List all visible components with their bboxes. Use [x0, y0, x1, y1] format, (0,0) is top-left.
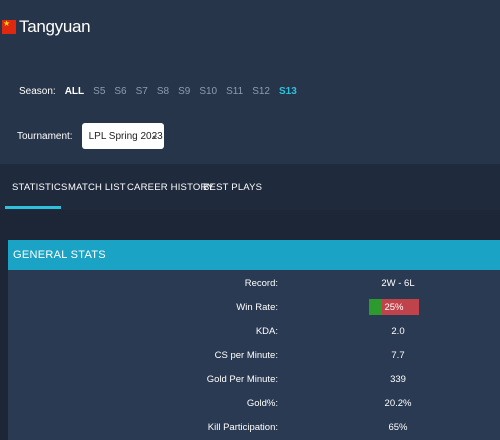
tab-best-plays[interactable]: BEST PLAYS: [203, 182, 262, 193]
player-header: ★ Tangyuan: [0, 0, 500, 60]
season-item-s10[interactable]: S10: [199, 86, 217, 97]
stat-row-cs-per-minute: CS per Minute: 7.7: [8, 343, 500, 367]
general-stats-header: GENERAL STATS: [8, 240, 500, 270]
stat-row-kill-participation: Kill Participation: 65%: [8, 415, 500, 439]
chevron-down-icon: ⌄: [151, 130, 159, 140]
stat-label: Kill Participation:: [207, 422, 278, 433]
season-item-s8[interactable]: S8: [157, 86, 169, 97]
stat-value: 7.7: [391, 350, 405, 361]
tab-statistics[interactable]: STATISTICS: [12, 182, 67, 193]
stat-label: Record:: [244, 278, 278, 289]
filters-panel: Season: ALL S5 S6 S7 S8 S9 S10 S11 S12 S…: [0, 60, 500, 164]
season-label: Season:: [19, 85, 56, 97]
season-item-s7[interactable]: S7: [136, 86, 148, 97]
stat-value: 2W - 6L: [381, 278, 415, 289]
season-item-s6[interactable]: S6: [114, 86, 126, 97]
tournament-select[interactable]: LPL Spring 2023 ⌄: [81, 123, 164, 149]
stat-value: 339: [390, 374, 406, 385]
stat-label: Gold%:: [246, 398, 278, 409]
stat-label: CS per Minute:: [214, 350, 278, 361]
stat-row-gold-per-minute: Gold Per Minute: 339: [8, 367, 500, 391]
general-stats-panel: GENERAL STATS Record: 2W - 6L Win Rate: …: [8, 240, 500, 440]
stat-value: 65%: [388, 422, 408, 433]
tab-career-history[interactable]: CAREER HISTORY: [127, 182, 214, 193]
tournament-filter: Tournament: LPL Spring 2023 ⌄: [17, 122, 164, 150]
stat-label: Win Rate:: [236, 302, 278, 313]
tab-match-list[interactable]: MATCH LIST: [68, 182, 126, 193]
win-rate-bar: 25%: [369, 299, 419, 315]
season-item-s9[interactable]: S9: [178, 86, 190, 97]
tab-bar: STATISTICS MATCH LIST CAREER HISTORY BES…: [0, 164, 500, 210]
stat-row-kda: KDA: 2.0: [8, 319, 500, 343]
stat-row-win-rate: Win Rate: 25%: [8, 295, 500, 319]
season-filter: Season: ALL S5 S6 S7 S8 S9 S10 S11 S12 S…: [19, 84, 306, 98]
stat-value: 20.2%: [384, 398, 412, 409]
season-item-s5[interactable]: S5: [93, 86, 105, 97]
stat-label: KDA:: [255, 326, 278, 337]
active-tab-indicator: [5, 206, 61, 209]
season-item-s13[interactable]: S13: [279, 86, 297, 97]
stat-value: 2.0: [391, 326, 405, 337]
win-rate-value: 25%: [384, 302, 404, 313]
stat-label: Gold Per Minute:: [206, 374, 278, 385]
general-stats-title: GENERAL STATS: [13, 249, 106, 261]
china-flag-icon: ★: [2, 19, 16, 34]
stat-row-record: Record: 2W - 6L: [8, 271, 500, 295]
tournament-label: Tournament:: [17, 130, 73, 142]
player-name: Tangyuan: [19, 17, 91, 36]
season-item-all[interactable]: ALL: [65, 86, 84, 97]
season-item-s11[interactable]: S11: [226, 86, 243, 97]
stat-row-gold-percent: Gold%: 20.2%: [8, 391, 500, 415]
season-item-s12[interactable]: S12: [252, 86, 270, 97]
